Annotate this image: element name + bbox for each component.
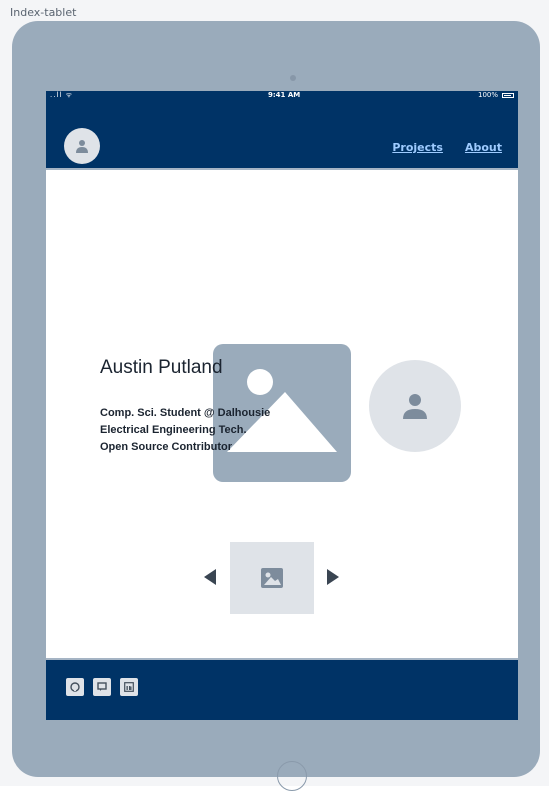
user-icon — [76, 140, 88, 153]
wifi-icon: ᯤ — [65, 91, 73, 99]
nav-link-projects[interactable]: Projects — [392, 141, 443, 154]
profile-tagline: Comp. Sci. Student @ Dalhousie Electrica… — [100, 405, 270, 456]
tagline-line: Comp. Sci. Student @ Dalhousie — [100, 407, 271, 419]
carousel-prev-arrow[interactable] — [204, 569, 216, 585]
signal-wifi-indicator: ..ll ᯤ — [50, 91, 73, 100]
status-bar: ..ll ᯤ 9:41 AM 100% — [46, 91, 518, 101]
social-links — [66, 678, 138, 696]
home-button[interactable] — [277, 761, 307, 791]
top-navbar: Projects About — [46, 101, 518, 170]
image-icon — [261, 568, 283, 588]
tagline-line: Electrical Engineering Tech. — [100, 424, 247, 436]
signal-icon: ..ll — [50, 91, 63, 99]
nav-link-about[interactable]: About — [465, 141, 502, 154]
profile-avatar[interactable] — [64, 128, 100, 164]
github-icon — [70, 682, 80, 692]
carousel-image-placeholder — [230, 542, 314, 614]
github-link[interactable] — [66, 678, 84, 696]
battery-percent: 100% — [477, 91, 498, 99]
tagline-line: Open Source Contributor — [100, 441, 232, 453]
nav-links: Projects About — [392, 141, 502, 154]
carousel-next-arrow[interactable] — [327, 569, 339, 585]
tablet-screen: ..ll ᯤ 9:41 AM 100% Projects About Austi… — [46, 91, 518, 720]
profile-picture-placeholder — [369, 360, 461, 452]
profile-name: Austin Putland — [100, 357, 223, 378]
chat-link[interactable] — [93, 678, 111, 696]
camera-dot — [290, 75, 296, 81]
chat-icon — [97, 682, 107, 691]
battery-icon — [502, 93, 514, 98]
linkedin-icon — [124, 682, 134, 692]
linkedin-link[interactable] — [120, 678, 138, 696]
frame-label: Index-tablet — [10, 6, 77, 19]
user-icon — [403, 394, 427, 419]
status-time: 9:41 AM — [268, 91, 301, 99]
footer — [46, 658, 518, 720]
